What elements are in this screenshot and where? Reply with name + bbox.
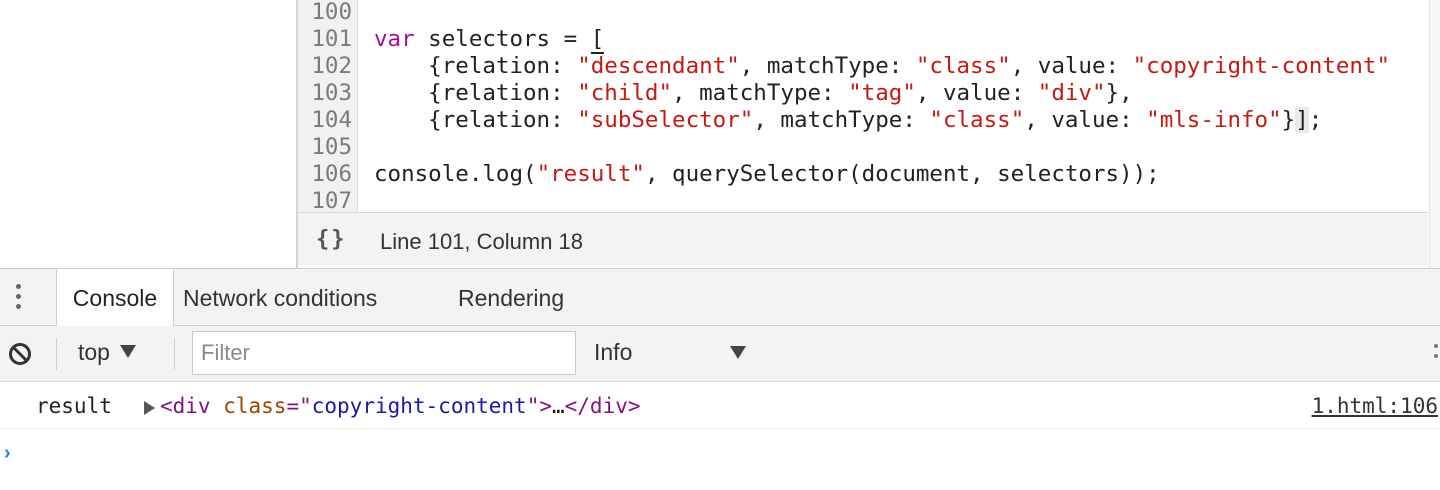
source-link[interactable]: 1.html:106 [1312, 394, 1438, 418]
attr-name: class [223, 394, 287, 418]
source-editor[interactable]: 100 101 var selectors = [102 {relation: "d… [296, 0, 1440, 268]
code-line[interactable]: 102 {relation: "descendant", matchType: … [298, 53, 1390, 80]
ellipsis: … [551, 394, 565, 418]
context-selector[interactable]: top [78, 339, 136, 366]
code-token: , matchType: [672, 80, 849, 106]
toolbar-divider [56, 338, 57, 370]
line-number[interactable]: 100 [298, 0, 352, 26]
code-token: "descendant" [577, 53, 740, 79]
line-number[interactable]: 104 [298, 107, 352, 134]
drawer-tab-bar: Console Network conditions Rendering [0, 268, 1440, 326]
console-toolbar: top Info [0, 326, 1440, 382]
clear-console-icon[interactable] [8, 342, 32, 366]
code-token: {relation: [374, 53, 578, 79]
code-line[interactable]: 105 [298, 134, 352, 161]
code-token: , value: [1024, 107, 1147, 133]
code-line[interactable]: 100 [298, 0, 352, 26]
line-number[interactable]: 101 [298, 26, 352, 53]
log-level-selector[interactable]: Info [594, 339, 632, 366]
dom-node-preview[interactable]: <div class="copyright-content">…</div> [160, 394, 641, 418]
code-token: {relation: [374, 80, 578, 106]
attr-value: copyright-content [311, 394, 527, 418]
context-label: top [78, 339, 110, 365]
tab-network-conditions[interactable]: Network conditions [183, 269, 377, 326]
editor-status-bar: {} Line 101, Column 18 [298, 212, 1428, 266]
code-token: , querySelector(document, selectors)); [644, 161, 1160, 187]
code-text: console.log("result", querySelector(docu… [374, 161, 1160, 188]
log-level-label: Info [594, 339, 633, 365]
cursor-position: Line 101, Column 18 [380, 229, 584, 254]
tab-label: Rendering [458, 285, 565, 311]
line-number[interactable]: 103 [298, 80, 352, 107]
code-line[interactable]: 101 var selectors = [ [298, 26, 605, 54]
code-token: } [1281, 107, 1296, 133]
line-number[interactable]: 107 [298, 188, 352, 212]
code-text: {relation: "child", matchType: "tag", va… [374, 80, 1133, 107]
expand-triangle-icon[interactable] [144, 401, 155, 415]
code-token: ] [1295, 107, 1309, 133]
code-token: "tag" [848, 80, 916, 106]
line-number[interactable]: 105 [298, 134, 352, 161]
code-token: ; [1308, 107, 1323, 133]
chevron-down-icon [119, 345, 136, 358]
code-line[interactable]: 104 {relation: "subSelector", matchType:… [298, 107, 1322, 134]
code-token: "class" [929, 107, 1025, 133]
filter-input[interactable] [192, 331, 576, 375]
console-prompt-icon[interactable]: › [4, 442, 11, 465]
tab-console[interactable]: Console [56, 269, 174, 326]
code-token: "mls-info" [1146, 107, 1282, 133]
attr-close: "> [526, 394, 552, 418]
code-token: "div" [1037, 80, 1106, 106]
console-messages: result <div class="copyright-content">…<… [0, 382, 1440, 490]
toolbar-divider [174, 338, 175, 370]
code-token: , matchType: [753, 107, 930, 133]
tab-label: Network conditions [183, 285, 378, 311]
attr-eq: =" [286, 394, 312, 418]
code-token: "child" [577, 80, 673, 106]
code-token: {relation: [374, 107, 578, 133]
console-message: result <div class="copyright-content">…<… [0, 382, 1440, 429]
more-options-icon[interactable] [1434, 344, 1440, 366]
code-area[interactable]: 100 101 var selectors = [102 {relation: "d… [298, 0, 1428, 212]
line-number[interactable]: 102 [298, 53, 352, 80]
code-token: , matchType: [739, 53, 916, 79]
code-line[interactable]: 103 {relation: "child", matchType: "tag"… [298, 80, 1132, 107]
pretty-print-icon[interactable]: {} [316, 227, 347, 252]
code-text: var selectors = [ [374, 26, 605, 54]
code-text: {relation: "subSelector", matchType: "cl… [374, 107, 1322, 134]
code-token: var [374, 26, 415, 52]
drawer-menu-icon[interactable] [13, 284, 23, 314]
editor-scrollbar[interactable] [1429, 0, 1440, 268]
code-token: "copyright-content" [1132, 53, 1391, 79]
code-line[interactable]: 107 [298, 188, 352, 212]
chevron-down-icon[interactable] [730, 346, 746, 359]
tab-label: Console [72, 285, 158, 311]
code-token: }, [1105, 80, 1133, 106]
code-token: "subSelector" [577, 107, 754, 133]
tab-rendering[interactable]: Rendering [458, 269, 564, 326]
code-token: [ [590, 26, 605, 54]
code-token: "result" [536, 161, 645, 187]
code-token: selectors = [414, 26, 591, 52]
code-line[interactable]: 106 console.log("result", querySelector(d… [298, 161, 1159, 188]
line-number[interactable]: 106 [298, 161, 352, 188]
code-token: console.log( [374, 161, 537, 187]
message-label: result [36, 394, 112, 418]
code-text: {relation: "descendant", matchType: "cla… [374, 53, 1390, 80]
open-tag: <div [160, 394, 211, 418]
code-token: "class" [915, 53, 1011, 79]
close-tag: </div> [564, 394, 641, 418]
code-token: , value: [1010, 53, 1133, 79]
code-token: , value: [915, 80, 1038, 106]
